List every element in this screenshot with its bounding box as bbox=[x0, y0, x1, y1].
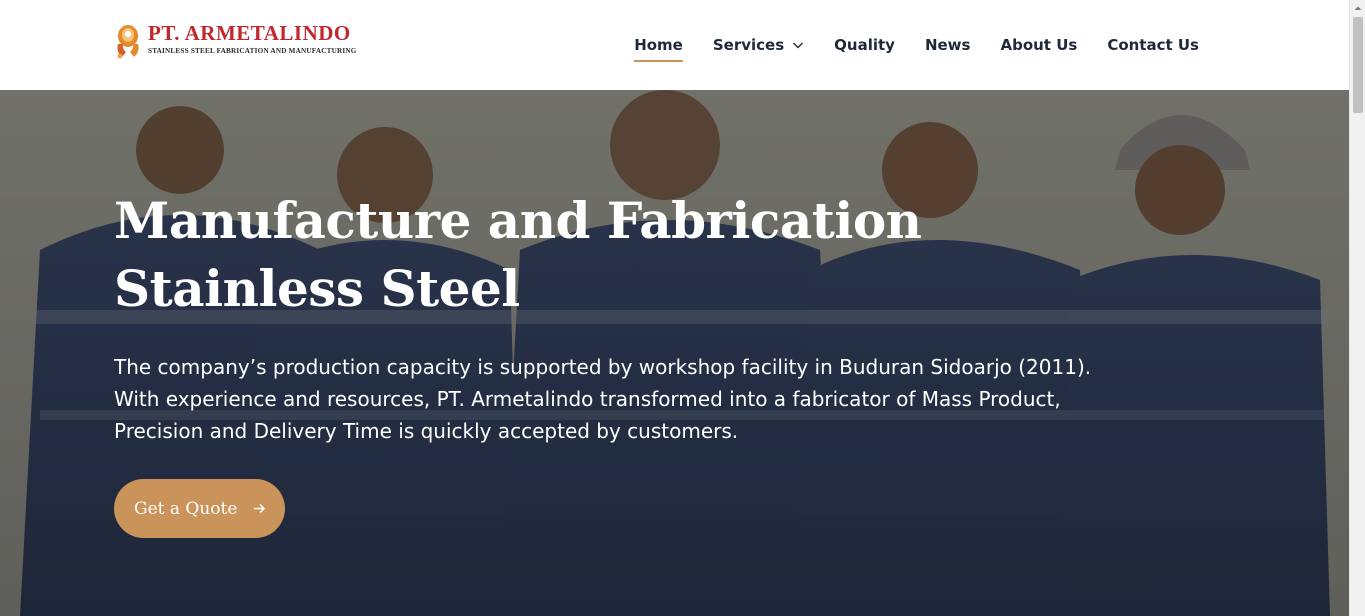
site-logo[interactable]: PT. ARMETALINDO STAINLESS STEEL FABRICAT… bbox=[114, 22, 357, 60]
nav-item-services[interactable]: Services bbox=[713, 36, 804, 54]
logo-subtitle: STAINLESS STEEL FABRICATION AND MANUFACT… bbox=[148, 47, 357, 55]
scroll-up-icon[interactable] bbox=[1350, 0, 1365, 16]
nav-item-about-us[interactable]: About Us bbox=[1000, 36, 1077, 54]
hero-description: The company’s production capacity is sup… bbox=[114, 355, 1092, 443]
arrow-right-icon bbox=[254, 503, 266, 514]
scrollbar-thumb[interactable] bbox=[1353, 17, 1363, 113]
site-header: PT. ARMETALINDO STAINLESS STEEL FABRICAT… bbox=[0, 0, 1349, 90]
hero-title: Manufacture and Fabrication Stainless St… bbox=[114, 191, 922, 318]
nav-item-label: Services bbox=[712, 36, 785, 54]
hero-section: Manufacture and Fabrication Stainless St… bbox=[0, 90, 1349, 616]
nav-item-quality[interactable]: Quality bbox=[834, 36, 895, 54]
page-scrollbar[interactable] bbox=[1349, 0, 1365, 616]
hero-content: Manufacture and Fabrication Stainless St… bbox=[114, 187, 1164, 447]
armetalindo-logo-icon bbox=[114, 22, 142, 60]
nav-item-label: Home bbox=[634, 36, 683, 54]
get-a-quote-button[interactable]: Get a Quote bbox=[114, 479, 285, 538]
nav-item-news[interactable]: News bbox=[925, 36, 971, 54]
nav-item-contact-us[interactable]: Contact Us bbox=[1107, 36, 1199, 54]
nav-item-label: Quality bbox=[834, 36, 895, 54]
nav-item-label: About Us bbox=[1000, 36, 1078, 54]
main-nav: Home Services Quality News About Us Cont… bbox=[604, 0, 1199, 90]
nav-item-label: Contact Us bbox=[1107, 36, 1199, 54]
nav-item-label: News bbox=[924, 36, 971, 54]
logo-title: PT. ARMETALINDO bbox=[148, 21, 351, 45]
chevron-down-icon bbox=[793, 42, 804, 49]
cta-label: Get a Quote bbox=[134, 498, 238, 519]
nav-item-home[interactable]: Home bbox=[634, 36, 683, 62]
